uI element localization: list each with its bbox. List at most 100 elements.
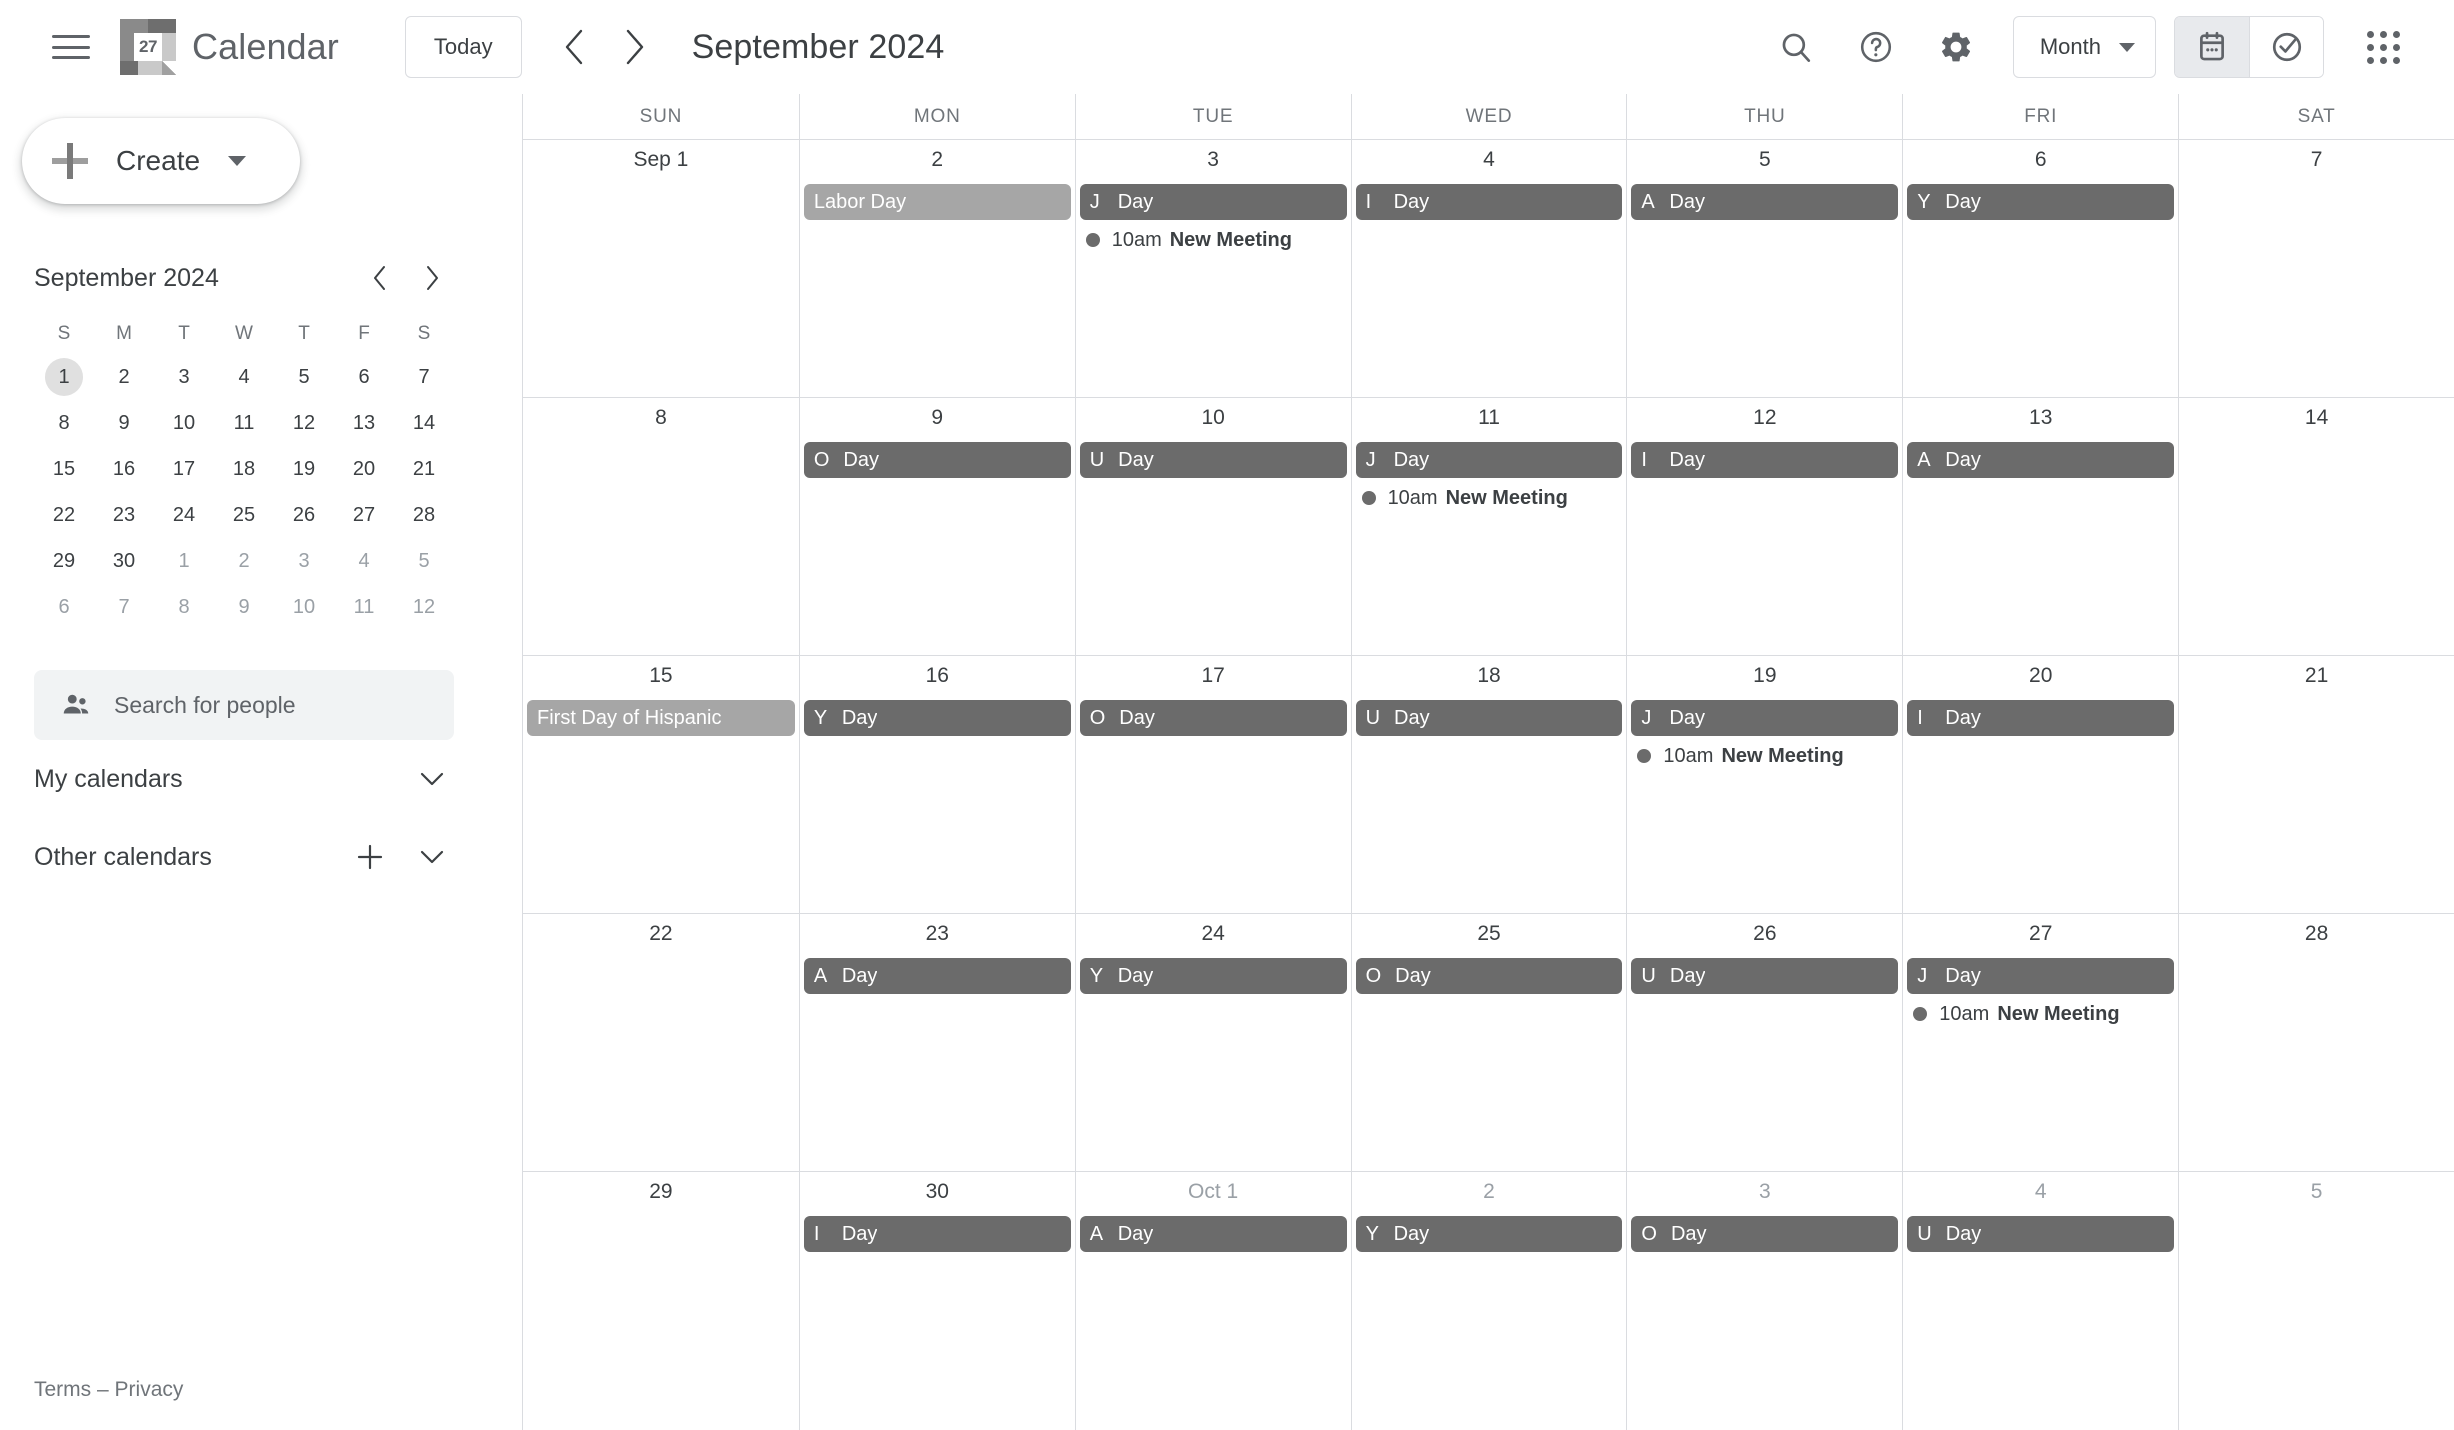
day-number[interactable]: 27 [1903, 920, 2178, 954]
mini-calendar-day[interactable]: 12 [394, 589, 454, 625]
all-day-event-chip[interactable]: I Day [1631, 442, 1899, 478]
mini-calendar-day[interactable]: 6 [334, 359, 394, 395]
calendar-day-cell[interactable]: 6 Y Day [1902, 140, 2178, 397]
calendar-day-cell[interactable]: 11 J Day 10am New Meeting [1350, 398, 1627, 655]
all-day-event-chip[interactable]: J Day [1631, 700, 1899, 736]
all-day-event-chip[interactable]: J Day [1907, 958, 2175, 994]
mini-calendar-day[interactable]: 11 [214, 405, 274, 441]
calendar-day-cell[interactable]: 25 O Day [1350, 914, 1627, 1171]
day-number[interactable]: 13 [1903, 404, 2178, 438]
day-number[interactable]: 14 [2179, 404, 2454, 438]
calendar-day-cell[interactable]: 2 Y Day [1350, 1172, 1627, 1430]
all-day-event-chip[interactable]: O Day [803, 442, 1071, 478]
calendar-day-cell[interactable]: 15 First Day of Hispanic [523, 656, 799, 913]
all-day-event-chip[interactable]: O Day [1631, 1216, 1899, 1252]
mini-calendar-day[interactable]: 11 [334, 589, 394, 625]
calendar-day-cell[interactable]: 27 J Day 10am New Meeting [1902, 914, 2178, 1171]
all-day-event-chip[interactable]: U Day [1907, 1216, 2175, 1252]
mini-calendar-day[interactable]: 2 [214, 543, 274, 579]
mini-calendar-day[interactable]: 4 [334, 543, 394, 579]
day-number[interactable]: 12 [1627, 404, 1902, 438]
mini-calendar-day[interactable]: 25 [214, 497, 274, 533]
calendar-day-cell[interactable]: 5 A Day [1626, 140, 1902, 397]
calendar-day-cell[interactable]: 17 O Day [1074, 656, 1351, 913]
day-number[interactable]: Oct 1 [1076, 1178, 1351, 1212]
day-number[interactable]: 17 [1076, 662, 1351, 696]
all-day-event-chip[interactable]: Y Day [1079, 958, 1347, 994]
calendar-day-cell[interactable]: 10 U Day [1074, 398, 1351, 655]
privacy-link[interactable]: Privacy [115, 1378, 184, 1401]
all-day-event-chip[interactable]: I Day [1355, 184, 1623, 220]
help-button[interactable] [1839, 10, 1913, 84]
all-day-event-chip[interactable]: U Day [1079, 442, 1347, 478]
google-apps-button[interactable] [2346, 10, 2420, 84]
day-number[interactable]: 5 [2179, 1178, 2454, 1212]
day-number[interactable]: 22 [523, 920, 799, 954]
calendar-day-cell[interactable]: 23 A Day [798, 914, 1075, 1171]
mini-calendar-day[interactable]: 24 [154, 497, 214, 533]
all-day-event-chip[interactable]: U Day [1631, 958, 1899, 994]
calendar-day-cell[interactable]: Sep 1 [523, 140, 799, 397]
day-number[interactable]: 20 [1903, 662, 2178, 696]
calendar-day-cell[interactable]: 7 [2178, 140, 2454, 397]
calendar-day-cell[interactable]: 16 Y Day [798, 656, 1075, 913]
calendar-view-toggle[interactable] [2175, 17, 2249, 77]
day-number[interactable]: 26 [1627, 920, 1902, 954]
day-number[interactable]: 24 [1076, 920, 1351, 954]
day-number[interactable]: 21 [2179, 662, 2454, 696]
view-mode-select[interactable]: Month [2012, 16, 2156, 78]
calendar-day-cell[interactable]: 14 [2178, 398, 2454, 655]
day-number[interactable]: 16 [800, 662, 1075, 696]
calendar-day-cell[interactable]: 18 U Day [1350, 656, 1627, 913]
today-button[interactable]: Today [404, 16, 522, 78]
day-number[interactable]: 25 [1352, 920, 1627, 954]
timed-event[interactable]: 10am New Meeting [1361, 482, 1623, 514]
main-menu-button[interactable] [34, 10, 108, 84]
all-day-event-chip[interactable]: A Day [1079, 1216, 1347, 1252]
calendar-day-cell[interactable]: 9 O Day [798, 398, 1075, 655]
create-button[interactable]: Create [22, 118, 300, 204]
all-day-event-chip[interactable]: I Day [1907, 700, 2175, 736]
mini-calendar-day[interactable]: 1 [34, 358, 94, 396]
my-calendars-section[interactable]: My calendars [34, 740, 454, 818]
mini-calendar-day[interactable]: 16 [94, 451, 154, 487]
previous-month-button[interactable] [544, 17, 604, 77]
calendar-day-cell[interactable]: 3 J Day 10am New Meeting [1074, 140, 1351, 397]
calendar-day-cell[interactable]: 8 [523, 398, 799, 655]
holiday-chip[interactable]: Labor Day [803, 184, 1071, 220]
mini-next-month-button[interactable] [410, 256, 454, 300]
day-number[interactable]: 30 [800, 1178, 1075, 1212]
day-number[interactable]: 11 [1352, 404, 1627, 438]
all-day-event-chip[interactable]: A Day [1631, 184, 1899, 220]
calendar-day-cell[interactable]: 20 I Day [1902, 656, 2178, 913]
mini-calendar-day[interactable]: 27 [334, 497, 394, 533]
mini-calendar-day[interactable]: 17 [154, 451, 214, 487]
all-day-event-chip[interactable]: Y Day [1355, 1216, 1623, 1252]
all-day-event-chip[interactable]: Y Day [1907, 184, 2175, 220]
mini-calendar-day[interactable]: 13 [334, 405, 394, 441]
mini-calendar-day[interactable]: 21 [394, 451, 454, 487]
calendar-day-cell[interactable]: 26 U Day [1626, 914, 1902, 1171]
mini-calendar-day[interactable]: 18 [214, 451, 274, 487]
mini-calendar-day[interactable]: 2 [94, 359, 154, 395]
mini-calendar-day[interactable]: 20 [334, 451, 394, 487]
day-number[interactable]: 5 [1627, 146, 1902, 180]
all-day-event-chip[interactable]: A Day [1907, 442, 2175, 478]
day-number[interactable]: 29 [523, 1178, 799, 1212]
day-number[interactable]: 15 [523, 662, 799, 696]
calendar-day-cell[interactable]: 30 I Day [798, 1172, 1075, 1430]
day-number[interactable]: 2 [800, 146, 1075, 180]
calendar-day-cell[interactable]: 19 J Day 10am New Meeting [1626, 656, 1902, 913]
terms-link[interactable]: Terms [34, 1378, 91, 1401]
calendar-day-cell[interactable]: 21 [2178, 656, 2454, 913]
mini-calendar-day[interactable]: 9 [94, 405, 154, 441]
mini-calendar-day[interactable]: 30 [94, 543, 154, 579]
mini-calendar-day[interactable]: 5 [394, 543, 454, 579]
mini-calendar-day[interactable]: 12 [274, 405, 334, 441]
timed-event[interactable]: 10am New Meeting [1913, 998, 2174, 1030]
mini-calendar-day[interactable]: 7 [94, 589, 154, 625]
mini-calendar-day[interactable]: 7 [394, 359, 454, 395]
mini-calendar-day[interactable]: 3 [274, 543, 334, 579]
day-number[interactable]: 19 [1627, 662, 1902, 696]
all-day-event-chip[interactable]: I Day [803, 1216, 1071, 1252]
